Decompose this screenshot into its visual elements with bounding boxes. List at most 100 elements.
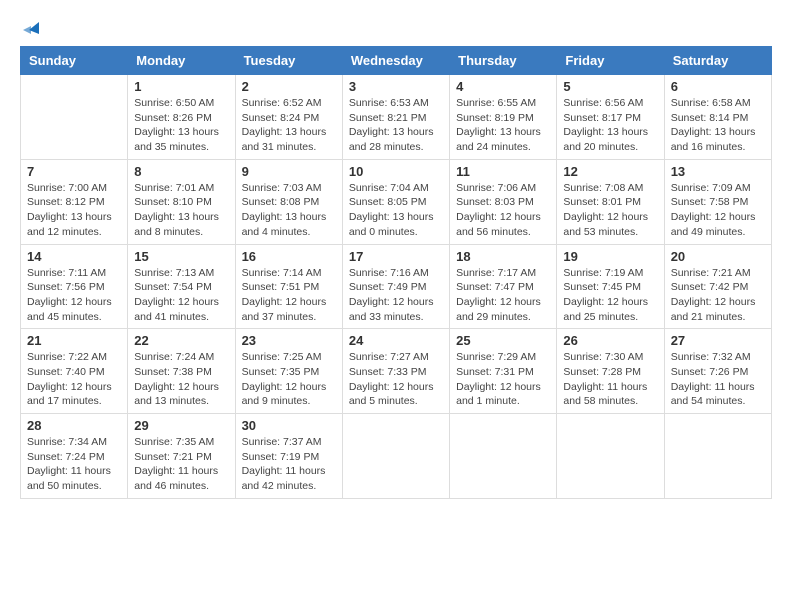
day-info-line: Daylight: 12 hours and 29 minutes. [456, 295, 550, 324]
day-info-line: Sunset: 7:47 PM [456, 280, 550, 295]
day-info-line: Sunset: 7:56 PM [27, 280, 121, 295]
calendar-cell: 15Sunrise: 7:13 AMSunset: 7:54 PMDayligh… [128, 244, 235, 329]
day-info-line: Sunset: 7:45 PM [563, 280, 657, 295]
day-info-line: Sunset: 7:58 PM [671, 195, 765, 210]
day-info-line: Daylight: 13 hours and 24 minutes. [456, 125, 550, 154]
day-number: 15 [134, 249, 228, 264]
day-info-line: Daylight: 13 hours and 12 minutes. [27, 210, 121, 239]
calendar-cell: 4 Sunrise: 6:55 AMSunset: 8:19 PMDaylight… [450, 75, 557, 160]
day-info-line: Sunrise: 6:53 AM [349, 96, 443, 111]
day-info-line: Sunrise: 7:16 AM [349, 266, 443, 281]
day-number: 2 [242, 79, 336, 94]
day-info-line: Sunrise: 6:56 AM [563, 96, 657, 111]
calendar-cell: 27 Sunrise: 7:32 AMSunset: 7:26 PMDayligh… [664, 329, 771, 414]
header-thursday: Thursday [450, 47, 557, 75]
day-info-line: Daylight: 12 hours and 41 minutes. [134, 295, 228, 324]
day-number: 14 [27, 249, 121, 264]
calendar-cell: 6Sunrise: 6:58 AMSunset: 8:14 PMDaylight… [664, 75, 771, 160]
day-info-line: Sunset: 7:54 PM [134, 280, 228, 295]
calendar-cell: 20Sunrise: 7:21 AMSunset: 7:42 PMDayligh… [664, 244, 771, 329]
day-info-line: Sunset: 7:21 PM [134, 450, 228, 465]
day-info-line: Sunset: 8:24 PM [242, 111, 336, 126]
day-number: 25 [456, 333, 550, 348]
day-info-line: Daylight: 13 hours and 4 minutes. [242, 210, 336, 239]
day-number: 17 [349, 249, 443, 264]
calendar-cell [557, 414, 664, 499]
logo [20, 20, 39, 38]
day-info-line: Sunrise: 7:32 AM [671, 350, 765, 365]
calendar-week-5: 28Sunrise: 7:34 AMSunset: 7:24 PMDayligh… [21, 414, 772, 499]
calendar-cell: 5Sunrise: 6:56 AMSunset: 8:17 PMDaylight… [557, 75, 664, 160]
calendar-cell: 16Sunrise: 7:14 AMSunset: 7:51 PMDayligh… [235, 244, 342, 329]
day-number: 13 [671, 164, 765, 179]
day-info-line: Sunset: 7:49 PM [349, 280, 443, 295]
day-number: 27 [671, 333, 765, 348]
day-info-line: Sunset: 8:19 PM [456, 111, 550, 126]
day-number: 4 [456, 79, 550, 94]
day-info-line: Sunset: 7:26 PM [671, 365, 765, 380]
day-info-line: Sunrise: 7:21 AM [671, 266, 765, 281]
day-number: 7 [27, 164, 121, 179]
day-info-line: Sunrise: 7:09 AM [671, 181, 765, 196]
calendar-cell: 7 Sunrise: 7:00 AMSunset: 8:12 PMDaylight… [21, 159, 128, 244]
day-info-line: Sunrise: 7:00 AM [27, 181, 121, 196]
day-info-line: Sunset: 7:35 PM [242, 365, 336, 380]
calendar-cell: 2Sunrise: 6:52 AMSunset: 8:24 PMDaylight… [235, 75, 342, 160]
day-number: 20 [671, 249, 765, 264]
logo-bird-icon [21, 20, 39, 38]
day-info-line: Daylight: 12 hours and 21 minutes. [671, 295, 765, 324]
calendar-cell: 26Sunrise: 7:30 AMSunset: 7:28 PMDayligh… [557, 329, 664, 414]
day-info-line: Sunrise: 6:55 AM [456, 96, 550, 111]
calendar-cell: 3Sunrise: 6:53 AMSunset: 8:21 PMDaylight… [342, 75, 449, 160]
page-header [20, 20, 772, 38]
day-info-line: Sunrise: 7:04 AM [349, 181, 443, 196]
calendar-week-4: 21Sunrise: 7:22 AMSunset: 7:40 PMDayligh… [21, 329, 772, 414]
calendar-cell: 17 Sunrise: 7:16 AMSunset: 7:49 PMDayligh… [342, 244, 449, 329]
day-number: 9 [242, 164, 336, 179]
day-info-line: Daylight: 13 hours and 35 minutes. [134, 125, 228, 154]
calendar-cell: 13Sunrise: 7:09 AMSunset: 7:58 PMDayligh… [664, 159, 771, 244]
calendar-cell: 9Sunrise: 7:03 AMSunset: 8:08 PMDaylight… [235, 159, 342, 244]
calendar-cell: 10Sunrise: 7:04 AMSunset: 8:05 PMDayligh… [342, 159, 449, 244]
day-info-line: Daylight: 12 hours and 37 minutes. [242, 295, 336, 324]
day-info-line: Daylight: 13 hours and 20 minutes. [563, 125, 657, 154]
day-info-line: Sunset: 8:03 PM [456, 195, 550, 210]
day-info-line: Daylight: 11 hours and 58 minutes. [563, 380, 657, 409]
day-info-line: Sunrise: 7:37 AM [242, 435, 336, 450]
day-info-line: Sunrise: 7:14 AM [242, 266, 336, 281]
day-info-line: Sunrise: 6:52 AM [242, 96, 336, 111]
day-number: 29 [134, 418, 228, 433]
day-number: 24 [349, 333, 443, 348]
day-info-line: Sunset: 8:26 PM [134, 111, 228, 126]
day-info-line: Daylight: 12 hours and 9 minutes. [242, 380, 336, 409]
calendar-cell [342, 414, 449, 499]
day-number: 3 [349, 79, 443, 94]
day-info-line: Daylight: 11 hours and 46 minutes. [134, 464, 228, 493]
day-info-line: Sunset: 8:12 PM [27, 195, 121, 210]
day-info-line: Daylight: 11 hours and 54 minutes. [671, 380, 765, 409]
header-monday: Monday [128, 47, 235, 75]
day-info-line: Daylight: 13 hours and 0 minutes. [349, 210, 443, 239]
day-info-line: Sunrise: 7:06 AM [456, 181, 550, 196]
day-info-line: Sunrise: 7:11 AM [27, 266, 121, 281]
day-number: 23 [242, 333, 336, 348]
day-number: 10 [349, 164, 443, 179]
day-info-line: Sunrise: 7:22 AM [27, 350, 121, 365]
day-info-line: Daylight: 12 hours and 33 minutes. [349, 295, 443, 324]
day-info-line: Sunrise: 7:08 AM [563, 181, 657, 196]
day-number: 30 [242, 418, 336, 433]
day-number: 8 [134, 164, 228, 179]
day-number: 5 [563, 79, 657, 94]
day-info-line: Sunset: 8:10 PM [134, 195, 228, 210]
calendar-cell: 28Sunrise: 7:34 AMSunset: 7:24 PMDayligh… [21, 414, 128, 499]
day-info-line: Daylight: 11 hours and 50 minutes. [27, 464, 121, 493]
day-number: 21 [27, 333, 121, 348]
calendar-cell: 8Sunrise: 7:01 AMSunset: 8:10 PMDaylight… [128, 159, 235, 244]
calendar-cell: 22Sunrise: 7:24 AMSunset: 7:38 PMDayligh… [128, 329, 235, 414]
calendar-cell [21, 75, 128, 160]
calendar-cell: 29Sunrise: 7:35 AMSunset: 7:21 PMDayligh… [128, 414, 235, 499]
day-info-line: Sunrise: 7:24 AM [134, 350, 228, 365]
calendar-cell: 18Sunrise: 7:17 AMSunset: 7:47 PMDayligh… [450, 244, 557, 329]
day-info-line: Sunrise: 7:30 AM [563, 350, 657, 365]
calendar-cell: 14Sunrise: 7:11 AMSunset: 7:56 PMDayligh… [21, 244, 128, 329]
